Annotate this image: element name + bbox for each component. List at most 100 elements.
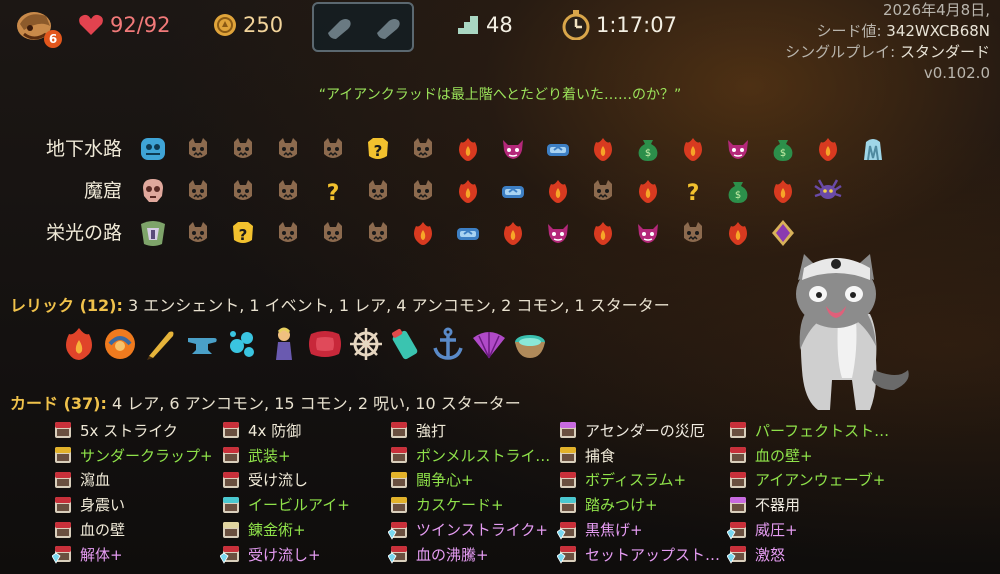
relic-anchor[interactable] xyxy=(427,322,468,366)
map-node-monster[interactable] xyxy=(175,218,220,248)
event-demon-icon xyxy=(502,140,523,159)
card-gem-icon xyxy=(557,546,576,565)
map-node-elite[interactable] xyxy=(625,176,670,206)
map-node-monster[interactable] xyxy=(310,218,355,248)
card-entry[interactable]: カスケード+ xyxy=(388,492,556,517)
card-entry[interactable]: 受け流し xyxy=(220,468,388,493)
map-node-monster[interactable] xyxy=(220,176,265,206)
map-node-treasure[interactable]: $ xyxy=(760,134,805,164)
map-node-monster[interactable] xyxy=(220,134,265,164)
map-node-monster[interactable] xyxy=(355,176,400,206)
hp-display[interactable]: 92/92 xyxy=(78,8,171,42)
relic-red-pillow[interactable] xyxy=(304,322,345,366)
card-entry[interactable]: ポンメルストライク+ xyxy=(388,443,556,468)
map-node-rest[interactable] xyxy=(535,134,580,164)
card-entry[interactable]: 武装+ xyxy=(220,443,388,468)
map-node-event-demon[interactable] xyxy=(625,218,670,248)
map-node-unknown-gold[interactable]: ? xyxy=(220,218,265,248)
potion-slot-2[interactable] xyxy=(368,9,408,45)
map-node-unknown[interactable]: ? xyxy=(670,176,715,206)
card-entry[interactable]: 身震い xyxy=(52,492,220,517)
relic-figurine[interactable] xyxy=(263,322,304,366)
relic-blue-splash[interactable] xyxy=(222,322,263,366)
card-entry[interactable]: アイアンウェーブ+ xyxy=(727,468,895,493)
relic-battery[interactable] xyxy=(386,322,427,366)
card-entry[interactable]: 強打 xyxy=(388,418,556,443)
card-entry[interactable]: ボディスラム+ xyxy=(557,468,725,493)
potion-slot-1[interactable] xyxy=(319,9,359,45)
card-entry[interactable]: 黒焦げ+ xyxy=(557,517,725,542)
map-node-rest[interactable] xyxy=(445,218,490,248)
map-node-elite[interactable] xyxy=(535,176,580,206)
map-node-event-demon[interactable] xyxy=(715,134,760,164)
map-node-boss-ice[interactable] xyxy=(850,134,895,164)
relic-ships-wheel[interactable] xyxy=(345,322,386,366)
map-node-event-demon[interactable] xyxy=(490,134,535,164)
card-entry[interactable]: アセンダーの災厄 xyxy=(557,418,725,443)
map-node-elite[interactable] xyxy=(445,134,490,164)
relic-anvil-relic[interactable] xyxy=(181,322,222,366)
map-node-unknown[interactable]: ? xyxy=(310,176,355,206)
card-entry[interactable]: 激怒 xyxy=(727,542,895,567)
card-entry[interactable]: パーフェクトストラ… xyxy=(727,418,895,443)
map-node-boss-hydra[interactable] xyxy=(130,134,175,164)
relic-orange-orb[interactable] xyxy=(99,322,140,366)
card-entry[interactable]: 闘争心+ xyxy=(388,468,556,493)
card-entry[interactable]: 血の沸騰+ xyxy=(388,542,556,567)
map-node-rest[interactable] xyxy=(490,176,535,206)
card-entry[interactable]: 血の壁 xyxy=(52,517,220,542)
map-node-monster[interactable] xyxy=(265,218,310,248)
card-entry[interactable]: 錬金術+ xyxy=(220,517,388,542)
map-node-boss-spider[interactable] xyxy=(805,176,850,206)
card-gem-icon xyxy=(557,521,576,540)
map-node-boss-skull[interactable] xyxy=(130,176,175,206)
map-node-monster[interactable] xyxy=(175,176,220,206)
gold-display[interactable]: 250 xyxy=(213,8,283,42)
card-entry[interactable]: 5x ストライク xyxy=(52,418,220,443)
map-node-monster[interactable] xyxy=(310,134,355,164)
card-entry[interactable]: 4x 防御 xyxy=(220,418,388,443)
card-entry[interactable]: 捕食 xyxy=(557,443,725,468)
card-entry[interactable]: セットアップストラ… xyxy=(557,542,725,567)
map-node-elite[interactable] xyxy=(580,134,625,164)
relic-flame-relic[interactable] xyxy=(58,322,99,366)
map-node-monster[interactable] xyxy=(400,176,445,206)
card-gem-icon xyxy=(388,546,407,565)
map-node-monster[interactable] xyxy=(265,134,310,164)
map-node-monster[interactable] xyxy=(580,176,625,206)
map-node-elite[interactable] xyxy=(670,134,715,164)
relic-golden-quill[interactable] xyxy=(140,322,181,366)
map-node-elite[interactable] xyxy=(580,218,625,248)
card-entry[interactable]: 受け流し+ xyxy=(220,542,388,567)
card-entry[interactable]: 解体+ xyxy=(52,542,220,567)
card-entry[interactable]: サンダークラップ+ xyxy=(52,443,220,468)
card-entry[interactable]: 瀉血 xyxy=(52,468,220,493)
map-node-treasure[interactable]: $ xyxy=(625,134,670,164)
map-node-monster[interactable] xyxy=(400,134,445,164)
card-entry[interactable]: 威圧+ xyxy=(727,517,895,542)
map-node-elite[interactable] xyxy=(490,218,535,248)
map-node-elite[interactable] xyxy=(760,176,805,206)
card-entry[interactable]: 血の壁+ xyxy=(727,443,895,468)
card-entry[interactable]: ツインストライク+ xyxy=(388,517,556,542)
map-node-elite[interactable] xyxy=(715,218,760,248)
character-portrait[interactable]: 6 xyxy=(14,4,62,48)
relic-teal-bowl[interactable] xyxy=(509,322,550,366)
map-node-elite[interactable] xyxy=(445,176,490,206)
map-node-monster[interactable] xyxy=(265,176,310,206)
map-node-monster[interactable] xyxy=(175,134,220,164)
card-entry[interactable]: 不器用 xyxy=(727,492,895,517)
map-node-boss-knight[interactable] xyxy=(130,218,175,248)
map-node-boss-gem[interactable] xyxy=(760,218,805,248)
map-node-unknown-gold[interactable]: ? xyxy=(355,134,400,164)
map-node-treasure[interactable]: $ xyxy=(715,176,760,206)
map-node-elite[interactable] xyxy=(400,218,445,248)
map-node-event-demon[interactable] xyxy=(535,218,580,248)
map-node-monster[interactable] xyxy=(355,218,400,248)
card-entry[interactable]: イービルアイ+ xyxy=(220,492,388,517)
relic-purple-fan[interactable] xyxy=(468,322,509,366)
card-entry[interactable]: 踏みつけ+ xyxy=(557,492,725,517)
seed-line[interactable]: シード値: 342WXCB68N xyxy=(785,21,990,42)
map-node-monster[interactable] xyxy=(670,218,715,248)
map-node-elite[interactable] xyxy=(805,134,850,164)
